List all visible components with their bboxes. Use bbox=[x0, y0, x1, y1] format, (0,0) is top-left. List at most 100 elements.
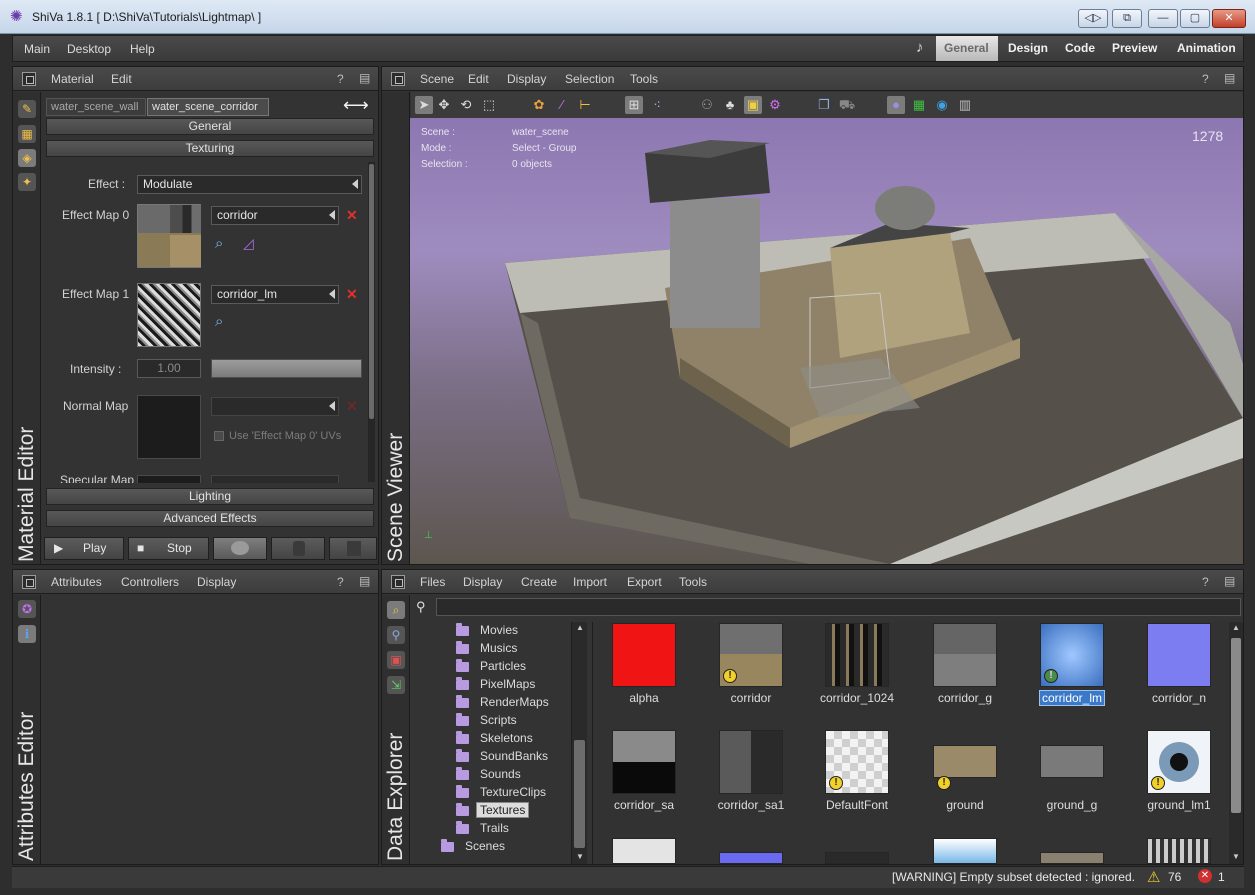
effect-map-1-select[interactable]: corridor_lm bbox=[211, 285, 339, 304]
mode-tab-general[interactable]: General bbox=[936, 36, 998, 61]
texture-label[interactable]: alpha bbox=[594, 691, 694, 705]
tree-item-rendermaps[interactable]: RenderMaps bbox=[480, 695, 549, 709]
tree-item-scripts[interactable]: Scripts bbox=[480, 713, 517, 727]
color-blocks-icon[interactable]: ▣ bbox=[744, 96, 762, 114]
scroll-down-icon[interactable]: ▼ bbox=[1232, 852, 1240, 861]
link-icon[interactable]: ⚇ bbox=[698, 96, 716, 114]
error-count[interactable]: 1 bbox=[1218, 870, 1225, 884]
dropdown-arrow-icon[interactable] bbox=[329, 210, 335, 220]
texturing-scrollbar[interactable] bbox=[368, 162, 375, 482]
texture-thumb-alpha[interactable] bbox=[612, 623, 676, 687]
texture-thumb-clipped[interactable] bbox=[719, 852, 783, 864]
help-icon[interactable]: ? bbox=[337, 72, 344, 86]
texture-label[interactable]: ground_g bbox=[1022, 798, 1122, 812]
music-note-icon[interactable]: ♪ bbox=[916, 39, 924, 56]
scroll-up-icon[interactable]: ▲ bbox=[576, 623, 584, 632]
scene-viewport[interactable]: Scene : water_scene Mode : Select - Grou… bbox=[410, 118, 1243, 564]
texture-thumb-ground[interactable] bbox=[933, 745, 997, 778]
section-texturing[interactable]: Texturing bbox=[46, 140, 374, 157]
browse-icon[interactable]: ⌕ bbox=[387, 601, 405, 619]
camera-icon[interactable]: ⛟ bbox=[838, 96, 856, 114]
texture-thumb-corridor-n[interactable] bbox=[1147, 623, 1211, 687]
grid-icon[interactable]: ▦ bbox=[910, 96, 928, 114]
section-general[interactable]: General bbox=[46, 118, 374, 135]
objects-icon[interactable]: ♣ bbox=[721, 96, 739, 114]
clear-normal-map-icon[interactable]: ✕ bbox=[346, 398, 358, 415]
minimize-button[interactable]: — bbox=[1148, 9, 1178, 28]
dropdown-arrow-icon[interactable] bbox=[329, 289, 335, 299]
tree-item-pixelmaps[interactable]: PixelMaps bbox=[480, 677, 535, 691]
texture-label[interactable]: ground_lm1 bbox=[1129, 798, 1229, 812]
error-icon[interactable]: ✕ bbox=[1198, 869, 1212, 883]
mode-tab-animation[interactable]: Animation bbox=[1169, 36, 1244, 61]
maximize-panel-icon[interactable]: ▤ bbox=[359, 71, 370, 85]
texture-label[interactable]: corridor bbox=[701, 691, 801, 705]
menu-display[interactable]: Display bbox=[507, 72, 546, 86]
tree-item-particles[interactable]: Particles bbox=[480, 659, 526, 673]
texture-thumb-clipped[interactable] bbox=[825, 852, 889, 864]
info-icon[interactable]: ℹ bbox=[18, 625, 36, 643]
dropdown-arrow-icon[interactable] bbox=[352, 179, 358, 189]
menu-attributes[interactable]: Attributes bbox=[51, 575, 102, 589]
menu-edit[interactable]: Edit bbox=[111, 72, 132, 86]
specular-map-select[interactable] bbox=[211, 475, 339, 483]
menu-edit[interactable]: Edit bbox=[468, 72, 489, 86]
panel-menu-icon[interactable] bbox=[391, 575, 405, 589]
menu-tools[interactable]: Tools bbox=[630, 72, 658, 86]
texture-thumb-ground-g[interactable] bbox=[1040, 745, 1104, 778]
menu-scene[interactable]: Scene bbox=[420, 72, 454, 86]
maximize-button[interactable]: ▢ bbox=[1180, 9, 1210, 28]
maximize-panel-icon[interactable]: ▤ bbox=[1224, 71, 1235, 85]
swap-arrows-icon[interactable]: ⟷ bbox=[343, 95, 369, 116]
scroll-down-icon[interactable]: ▼ bbox=[576, 852, 584, 861]
search-files-icon[interactable]: ⚲ bbox=[387, 626, 405, 644]
menu-selection[interactable]: Selection bbox=[565, 72, 614, 86]
panel-menu-icon[interactable] bbox=[22, 72, 36, 86]
effect-map-0-thumbnail[interactable] bbox=[137, 204, 201, 268]
ruler-icon[interactable]: ⊢ bbox=[576, 96, 594, 114]
menu-display[interactable]: Display bbox=[463, 575, 502, 589]
effect-select[interactable]: Modulate bbox=[137, 175, 362, 194]
scrollbar-thumb[interactable] bbox=[369, 164, 374, 419]
texture-label[interactable]: ground bbox=[915, 798, 1015, 812]
menu-tools[interactable]: Tools bbox=[679, 575, 707, 589]
magnify-texture-icon[interactable]: ⌕ bbox=[215, 313, 223, 330]
menu-display[interactable]: Display bbox=[197, 575, 236, 589]
tree-item-musics[interactable]: Musics bbox=[480, 641, 517, 655]
scale-tool-icon[interactable]: ⬚ bbox=[480, 96, 498, 114]
stats-bars-icon[interactable]: ▥ bbox=[956, 96, 974, 114]
menu-desktop[interactable]: Desktop bbox=[67, 42, 111, 56]
maximize-panel-icon[interactable]: ▤ bbox=[1224, 574, 1235, 588]
group-select-icon[interactable]: ⊞ bbox=[625, 96, 643, 114]
menu-material[interactable]: Material bbox=[51, 72, 94, 86]
tree-item-scenes[interactable]: Scenes bbox=[465, 839, 505, 853]
globe-icon[interactable]: ◉ bbox=[933, 96, 951, 114]
grid-scrollbar[interactable]: ▲ ▼ bbox=[1229, 622, 1243, 864]
magnify-texture-icon[interactable]: ⌕ bbox=[215, 235, 223, 252]
effect-map-1-thumbnail[interactable] bbox=[137, 283, 201, 347]
texture-label[interactable]: DefaultFont bbox=[807, 798, 907, 812]
mode-tab-design[interactable]: Design bbox=[1000, 36, 1056, 61]
preview-cube-button[interactable] bbox=[329, 537, 377, 560]
mode-tab-preview[interactable]: Preview bbox=[1104, 36, 1165, 61]
restore-layout-button[interactable]: ◁▷ bbox=[1078, 9, 1108, 28]
texture-label[interactable]: corridor_sa1 bbox=[701, 798, 801, 812]
warning-icon[interactable]: ⚠ bbox=[1147, 868, 1160, 886]
uv-edit-icon[interactable]: ◿ bbox=[243, 235, 254, 252]
clear-map-1-icon[interactable]: ✕ bbox=[346, 286, 358, 303]
select-arrow-icon[interactable]: ➤ bbox=[415, 96, 433, 114]
texture-label[interactable]: corridor_sa bbox=[594, 798, 694, 812]
help-icon[interactable]: ? bbox=[337, 575, 344, 589]
attributes-tool-icon[interactable]: ✪ bbox=[18, 600, 36, 618]
import-icon[interactable]: ⇲ bbox=[387, 676, 405, 694]
warning-count[interactable]: 76 bbox=[1168, 870, 1181, 884]
intensity-slider[interactable] bbox=[211, 359, 362, 378]
section-lighting[interactable]: Lighting bbox=[46, 488, 374, 505]
stop-button[interactable]: ■ Stop bbox=[128, 537, 209, 560]
section-advanced-effects[interactable]: Advanced Effects bbox=[46, 510, 374, 527]
normal-map-select[interactable] bbox=[211, 397, 339, 416]
texture-tool-icon[interactable]: ◈ bbox=[18, 149, 36, 167]
preview-cylinder-button[interactable] bbox=[271, 537, 325, 560]
texture-thumb-clipped[interactable] bbox=[612, 838, 676, 864]
tree-item-soundbanks[interactable]: SoundBanks bbox=[480, 749, 548, 763]
